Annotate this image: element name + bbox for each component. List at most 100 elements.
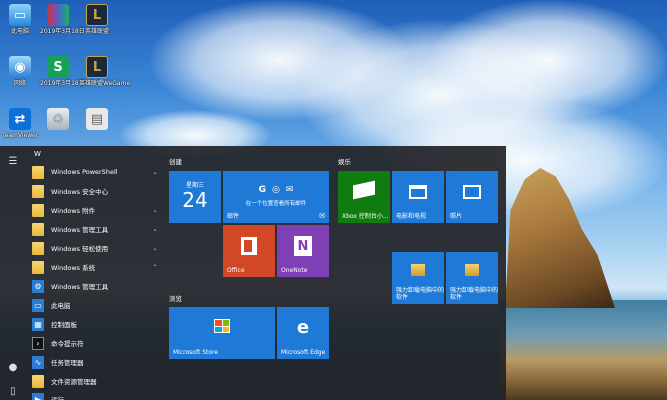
folder-icon [32,222,44,236]
chevron-down-icon: ⌄ [152,206,158,214]
tile-onenote[interactable]: N OneNote [277,225,329,277]
app-list-item[interactable]: Windows PowerShell ⌄ [32,163,160,181]
tile-group-entertainment-title[interactable]: 娱乐 [338,156,351,166]
box-icon [446,264,498,276]
app-list-item-label: 运行 [51,396,64,400]
user-account-icon[interactable]: ● [6,360,20,374]
tile-label: Microsoft Store [173,349,219,356]
tile-label: 强力卸载电脑中的软件 [396,287,445,301]
app-list-item[interactable]: ∿ 任务管理器 [32,353,160,371]
recycle-icon: ♲ [47,108,69,130]
app-list-item[interactable]: ▦ 控制面板 [32,315,160,333]
admin-tools-icon: ⚙ [32,279,44,293]
chevron-down-icon: ⌄ [152,244,158,252]
tile-photos[interactable]: 照片 [446,171,498,223]
app-list-item-label: Windows 轻松使用 [51,245,109,253]
desktop-icon-label: 2019年3月18日 [40,80,85,87]
desktop-icon-label: 此电脑 [10,28,29,35]
tile-mail[interactable]: G ◎ ✉ 在一个位置查看所有邮件 邮件 ✉ [223,171,329,223]
app-list-item[interactable]: Windows 安全中心 [32,182,160,200]
desktop-icon-label: 英雄联盟WeGame [79,80,131,87]
lol-icon: L [86,4,108,26]
desktop-icon-lol-wegame[interactable]: L 英雄联盟WeGame [79,56,131,87]
app-list-item[interactable]: ▶ 运行 [32,390,160,400]
start-menu-rail: ☰ ● ▯ [0,146,26,400]
command-prompt-icon: › [32,336,44,350]
desktop-icon-label: TeamViewer [2,132,39,139]
onenote-icon: N [277,236,329,256]
app-list-item-label: Windows 管理工具 [51,226,109,234]
folder-icon [32,203,44,217]
desktop-icon-lol[interactable]: L 英雄联盟 [79,4,115,35]
app-list-item[interactable]: ▭ 此电脑 [32,296,160,314]
network-icon: ◉ [9,56,31,78]
desktop-icon-label: 英雄联盟 [84,28,109,35]
task-manager-icon: ∿ [32,355,44,369]
desktop-icon-document[interactable]: ▤ [79,108,115,132]
tile-uninstaller-2[interactable]: 强力卸载电脑中的软件 [446,252,498,304]
desktop-icon-label: 2019年3月18日 [40,28,85,35]
app-list-item-label: Windows 附件 [51,207,96,215]
app-list-item-label: 文件资源管理器 [51,378,97,386]
tile-label: 邮件 [227,213,240,220]
app-list-item[interactable]: ⚙ Windows 管理工具 [32,277,160,295]
app-list-item-label: Windows PowerShell [51,168,118,176]
folder-icon [32,241,44,255]
app-list-item[interactable]: 文件资源管理器 [32,372,160,390]
chevron-down-icon: ⌄ [152,225,158,233]
desktop-icon-recycle[interactable]: ♲ [40,108,76,132]
tile-label: OneNote [281,267,308,274]
folder-icon [32,165,44,179]
desktop-icon-network[interactable]: ◉ 网络 [2,56,38,87]
xbox-icon [338,180,390,200]
tile-xbox[interactable]: Xbox 控制台小... [338,171,390,223]
app-list-item[interactable]: Windows 管理工具 ⌄ [32,220,160,238]
tile-movies[interactable]: 电影和电视 [392,171,444,223]
mail-providers-icons: G ◎ ✉ [223,185,329,195]
wps-icon: S [47,56,69,78]
desktop-icon-this-pc[interactable]: ▭ 此电脑 [2,4,38,35]
desktop-icon-winrar[interactable]: 2019年3月18日 [40,4,85,35]
tile-label: Xbox 控制台小... [342,213,389,220]
desktop-icon-wps[interactable]: S 2019年3月18日 [40,56,85,87]
app-list-item[interactable]: Windows 附件 ⌄ [32,201,160,219]
app-list-item[interactable]: Windows 轻松使用 ⌄ [32,239,160,257]
app-list-item[interactable]: Windows 系统 ⌃ [32,258,160,276]
tile-calendar[interactable]: 星期三 24 [169,171,221,223]
app-list: W Windows PowerShell ⌄ Windows 安全中心 Wind… [26,146,160,400]
tile-label: Office [227,267,245,274]
app-list-item[interactable]: › 命令提示符 [32,334,160,352]
tile-group-browse-title[interactable]: 浏览 [169,293,182,303]
mail-icon: ✉ [319,212,325,220]
chevron-down-icon: ⌄ [152,168,158,176]
tile-group-create-title[interactable]: 创建 [169,156,182,166]
document-icon: ▤ [86,108,108,130]
folder-icon [32,260,44,274]
google-icon: G [258,185,266,195]
app-list-item-label: 控制面板 [51,321,77,329]
store-bag-icon [169,319,275,333]
app-list-item-label: 此电脑 [51,302,71,310]
wallpaper-sea [500,300,667,400]
desktop-icon-teamviewer[interactable]: ⇄ TeamViewer [2,108,38,139]
app-list-item-label: Windows 安全中心 [51,188,109,196]
hamburger-menu-icon[interactable]: ☰ [6,154,20,168]
tile-uninstaller-1[interactable]: 强力卸载电脑中的软件 [392,252,444,304]
app-list-item-label: 任务管理器 [51,359,84,367]
run-icon: ▶ [32,392,44,400]
documents-icon[interactable]: ▯ [6,384,20,398]
file-explorer-icon [32,374,44,388]
tile-label: 照片 [450,213,463,220]
office-icon [223,237,275,255]
tile-microsoft-store[interactable]: Microsoft Store [169,307,275,359]
tile-microsoft-edge[interactable]: e Microsoft Edge [277,307,329,359]
tile-label: 电影和电视 [396,213,427,220]
tile-office[interactable]: Office [223,225,275,277]
yahoo-icon: ✉ [285,185,294,195]
app-list-letter-header[interactable]: W [34,150,41,158]
tile-label: Microsoft Edge [281,349,326,356]
start-menu: ☰ ● ▯ W Windows PowerShell ⌄ Windows 安全中… [0,146,506,400]
lol-wegame-icon: L [86,56,108,78]
calendar-date: 24 [182,188,208,212]
computer-icon: ▭ [9,4,31,26]
